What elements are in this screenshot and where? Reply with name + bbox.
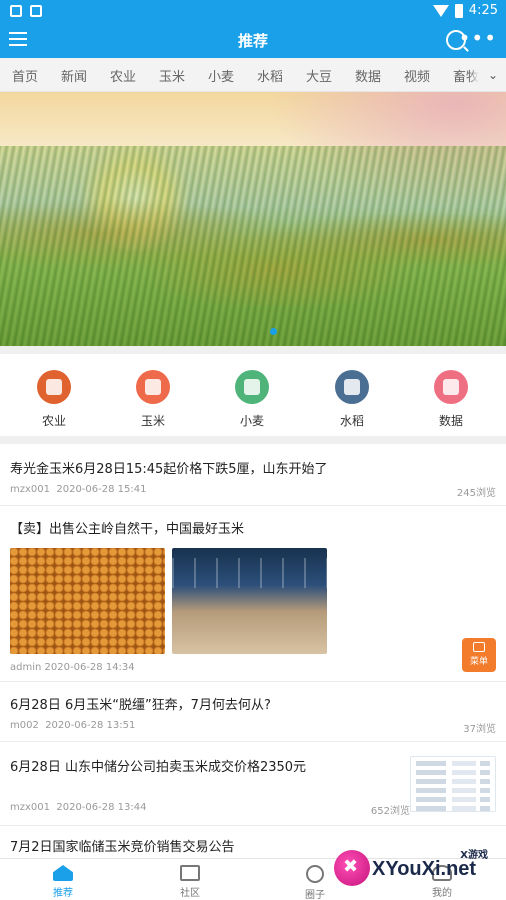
item-title: 6月28日 山东中储分公司拍卖玉米成交价格2350元 xyxy=(10,760,307,775)
channel-tabs: 首页 新闻 农业 玉米 小麦 水稻 大豆 数据 视频 畜牧 ⌄ xyxy=(0,58,506,92)
warehouse-photo xyxy=(172,548,327,654)
list-item[interactable]: 6月28日 6月玉米“脱缰”狂奔，7月何去何从? m002 2020-06-28… xyxy=(0,682,506,742)
item-views: 37浏览 xyxy=(463,724,496,735)
tab-soybean[interactable]: 大豆 xyxy=(306,66,332,85)
map-icon xyxy=(335,370,369,404)
item-meta: admin 2020-06-28 14:34 xyxy=(10,662,135,673)
price-table-thumbnail xyxy=(410,756,496,812)
tab-rice[interactable]: 水稻 xyxy=(257,66,283,85)
category-shortcuts: 农业 玉米 小麦 水稻 数据 xyxy=(0,354,506,436)
item-title: 7月2日国家临储玉米竞价销售交易公告 xyxy=(10,840,235,855)
category-data[interactable]: 数据 xyxy=(421,370,481,429)
nav-recommend[interactable]: 推荐 xyxy=(33,865,93,899)
list-item[interactable]: 【卖】出售公主岭自然干，中国最好玉米 admin 2020-06-28 14:3… xyxy=(0,506,506,682)
carousel-indicator[interactable] xyxy=(270,328,277,335)
list-item[interactable]: 6月28日 山东中储分公司拍卖玉米成交价格2350元 mzx001 2020-0… xyxy=(0,742,506,826)
category-label: 数据 xyxy=(438,414,463,428)
category-rice[interactable]: 水稻 xyxy=(322,370,382,429)
divider xyxy=(0,436,506,444)
item-meta: mzx001 2020-06-28 13:44 xyxy=(10,802,147,813)
location-icon xyxy=(136,370,170,404)
category-label: 水稻 xyxy=(339,414,364,428)
clock: 4:25 xyxy=(468,3,498,18)
category-wheat[interactable]: 小麦 xyxy=(222,370,282,429)
category-label: 玉米 xyxy=(140,414,165,428)
item-title: 6月28日 6月玉米“脱缰”狂奔，7月何去何从? xyxy=(10,698,271,713)
wallet-icon xyxy=(37,370,71,404)
divider xyxy=(0,346,506,354)
status-bar: 4:25 xyxy=(0,0,506,24)
wifi-icon xyxy=(432,4,449,17)
banner-carousel[interactable] xyxy=(0,92,506,346)
card-icon xyxy=(235,370,269,404)
chat-icon xyxy=(180,865,200,881)
tab-home[interactable]: 首页 xyxy=(12,66,38,85)
item-title: 【卖】出售公主岭自然干，中国最好玉米 xyxy=(10,522,245,537)
app-notification-icon xyxy=(30,5,42,17)
tab-video[interactable]: 视频 xyxy=(404,66,430,85)
item-views: 245浏览 xyxy=(456,488,496,499)
page-title: 推荐 xyxy=(237,32,268,50)
gamepad-logo-icon xyxy=(334,850,370,886)
category-label: 农业 xyxy=(41,414,66,428)
image-notification-icon xyxy=(10,5,22,17)
item-meta: mzx001 2020-06-28 15:41 xyxy=(10,484,147,495)
nav-community[interactable]: 社区 xyxy=(160,865,220,899)
tab-corn[interactable]: 玉米 xyxy=(159,66,185,85)
more-icon[interactable]: ••• xyxy=(459,26,497,50)
tab-data[interactable]: 数据 xyxy=(355,66,381,85)
aperture-icon xyxy=(306,865,324,883)
item-meta: m002 2020-06-28 13:51 xyxy=(10,720,136,731)
floating-menu-button[interactable]: 菜单 xyxy=(462,638,496,672)
grid-icon xyxy=(473,642,485,652)
status-indicators: 4:25 xyxy=(432,3,498,18)
list-item[interactable]: 寿光金玉米6月28日15:45起价格下跌5厘，山东开始了 mzx001 2020… xyxy=(0,444,506,506)
home-icon xyxy=(53,865,73,881)
category-label: 小麦 xyxy=(239,414,264,428)
item-views: 652浏览 xyxy=(370,806,410,817)
app-header: 推荐 ••• xyxy=(0,24,506,58)
chevron-down-icon[interactable]: ⌄ xyxy=(480,58,506,91)
notification-icons xyxy=(10,5,42,17)
category-agriculture[interactable]: 农业 xyxy=(24,370,84,429)
item-title: 寿光金玉米6月28日15:45起价格下跌5厘，山东开始了 xyxy=(10,462,328,477)
category-corn[interactable]: 玉米 xyxy=(123,370,183,429)
corn-kernels-photo xyxy=(10,548,165,654)
piggy-bank-icon xyxy=(434,370,468,404)
tab-wheat[interactable]: 小麦 xyxy=(208,66,234,85)
tab-news[interactable]: 新闻 xyxy=(61,66,87,85)
battery-icon xyxy=(454,3,463,18)
watermark: X游戏 XYouXi.net xyxy=(328,842,498,892)
tab-agriculture[interactable]: 农业 xyxy=(110,66,136,85)
tab-livestock[interactable]: 畜牧 xyxy=(453,66,479,85)
